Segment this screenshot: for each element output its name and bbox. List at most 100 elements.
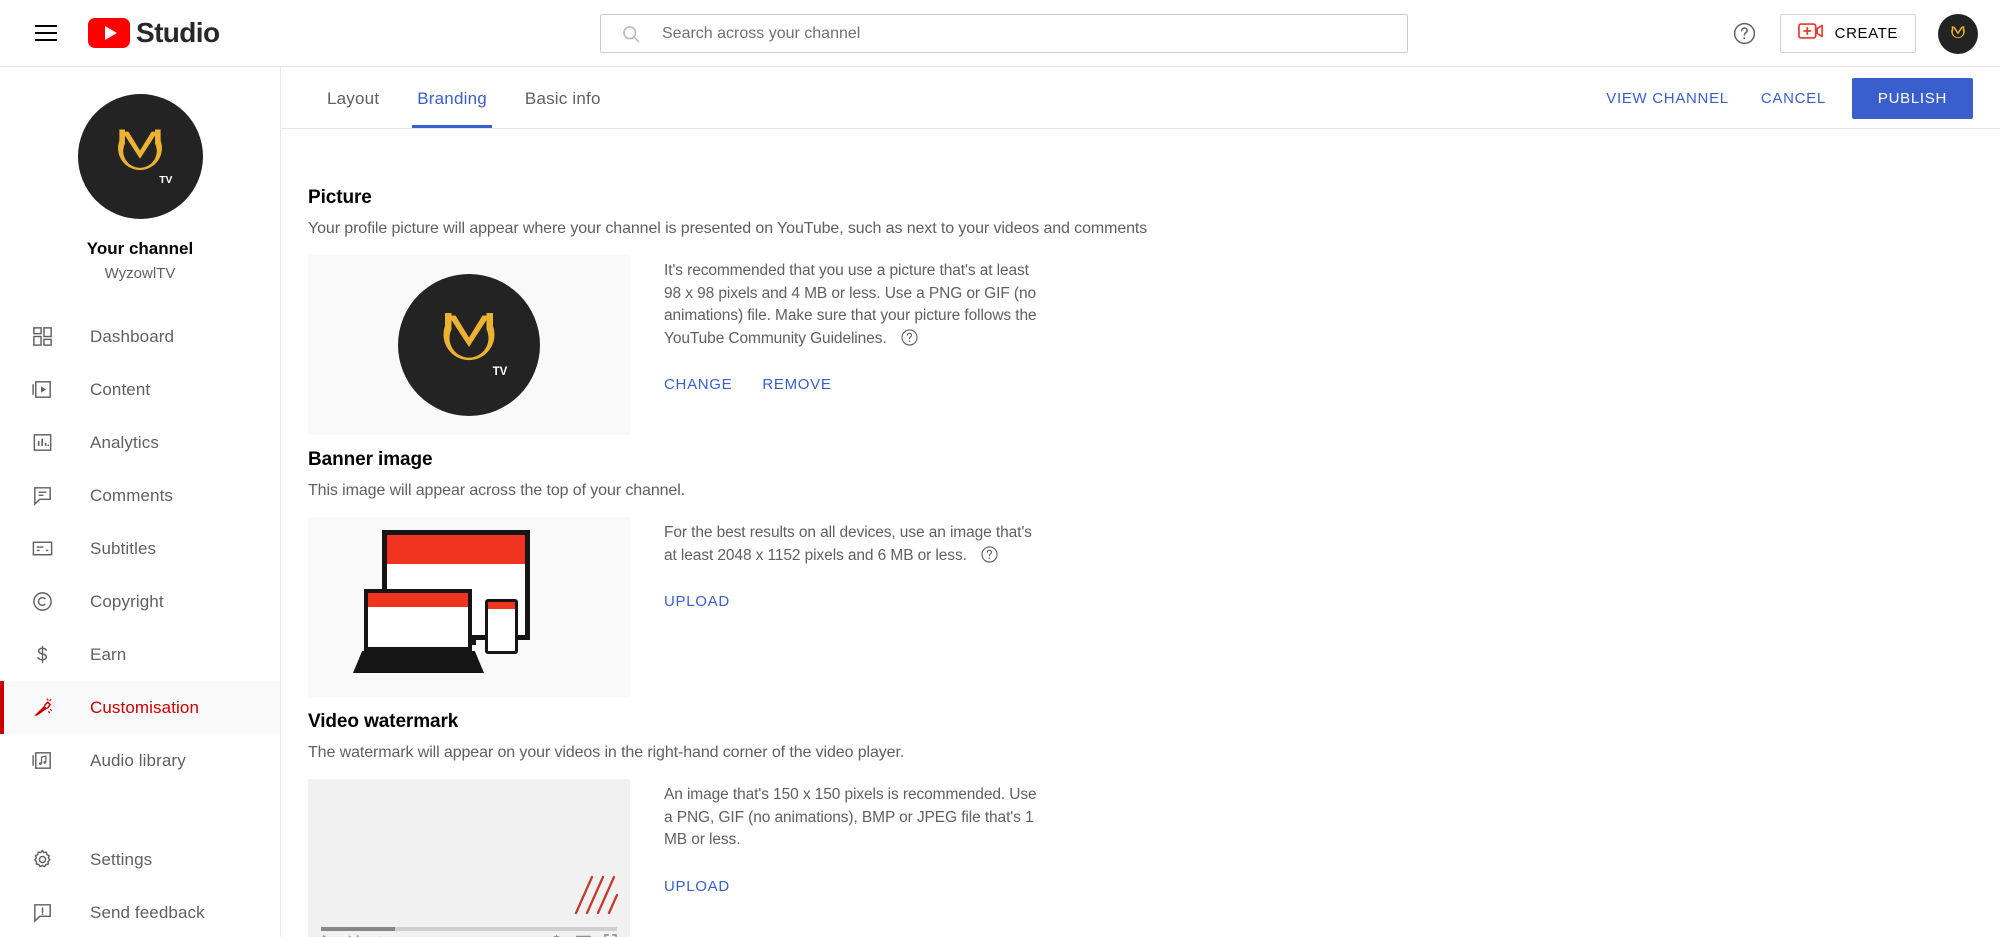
dashboard-icon (31, 325, 61, 348)
sidebar-bottom-nav: Settings Send feedback (0, 833, 280, 937)
sidebar-item-content[interactable]: Content (0, 363, 280, 416)
section-description: Your profile picture will appear where y… (308, 220, 1148, 237)
create-button-label: CREATE (1834, 25, 1898, 42)
sidebar-item-label: Audio library (90, 750, 186, 770)
upload-banner-button[interactable]: UPLOAD (664, 593, 730, 610)
sidebar-item-earn[interactable]: Earn (0, 628, 280, 681)
picture-help-text-value: It's recommended that you use a picture … (664, 262, 1037, 347)
comments-icon (31, 484, 61, 507)
section-title: Video watermark (308, 711, 459, 732)
channel-logo-mark: TV (118, 128, 173, 185)
player-progress-fill (321, 927, 395, 931)
hamburger-line (35, 25, 57, 27)
laptop-base (353, 651, 484, 673)
settings-gear-icon (31, 848, 61, 871)
laptop-device (364, 589, 472, 651)
tab-basic-info[interactable]: Basic info (506, 70, 620, 128)
watermark-help-copy: An image that's 150 x 150 pixels is reco… (664, 779, 1039, 937)
brand-wordmark: Studio (136, 17, 220, 48)
subtitles-icon (31, 537, 61, 560)
banner-strip (368, 593, 468, 607)
channel-name: WyzowlTV (104, 265, 176, 282)
sidebar-item-send-feedback[interactable]: Send feedback (0, 886, 280, 937)
channel-summary[interactable]: TV Your channel WyzowlTV (0, 67, 280, 282)
section-title: Banner image (308, 449, 433, 470)
sidebar-item-dashboard[interactable]: Dashboard (0, 310, 280, 363)
banner-action-links: UPLOAD (664, 593, 1039, 610)
hamburger-line (35, 39, 57, 41)
help-question-icon[interactable] (980, 545, 999, 564)
sidebar-item-label: Copyright (90, 591, 164, 611)
top-header-bar: Studio CREATE (0, 0, 2000, 67)
sidebar-item-comments[interactable]: Comments (0, 469, 280, 522)
watermark-preview[interactable] (308, 779, 630, 937)
sidebar-item-label: Analytics (90, 432, 159, 452)
help-question-icon[interactable] (1722, 11, 1768, 57)
hamburger-menu-icon[interactable] (22, 9, 70, 57)
section-title: Picture (308, 187, 372, 208)
change-picture-button[interactable]: CHANGE (664, 376, 732, 393)
studio-logo-link[interactable]: Studio (88, 17, 220, 49)
sidebar-main-nav: Dashboard Content Analytics Comments Sub… (0, 310, 280, 787)
publish-button[interactable]: PUBLISH (1851, 78, 1973, 119)
earn-dollar-icon (31, 643, 61, 666)
main-content-area: Layout Branding Basic info VIEW CHANNEL … (281, 67, 2000, 937)
banner-section: Banner image This image will appear acro… (308, 449, 1039, 697)
sidebar-item-label: Customisation (90, 697, 200, 717)
avatar: TV (398, 274, 540, 416)
profile-picture-preview[interactable]: TV (308, 255, 630, 435)
watermark-action-links: UPLOAD (664, 878, 1039, 895)
sidebar-item-label: Subtitles (90, 538, 157, 558)
tab-list: Layout Branding Basic info (308, 70, 620, 128)
player-controls-left (321, 934, 387, 937)
video-player-mock (308, 779, 630, 937)
svg-text:TV: TV (159, 174, 172, 185)
section-body: TV It's recommended that you use a pictu… (308, 255, 1147, 435)
sidebar-item-audio-library[interactable]: Audio library (0, 734, 280, 787)
branding-sections: Picture Your profile picture will appear… (281, 129, 2000, 937)
banner-image-preview[interactable] (308, 517, 630, 697)
player-controls (321, 933, 617, 937)
banner-help-copy: For the best results on all devices, use… (664, 517, 1039, 697)
view-channel-button[interactable]: VIEW CHANNEL (1590, 80, 1745, 117)
sidebar-item-copyright[interactable]: Copyright (0, 575, 280, 628)
player-progress-bar[interactable] (321, 927, 617, 931)
avatar[interactable]: TV (77, 94, 203, 219)
upload-watermark-button[interactable]: UPLOAD (664, 878, 730, 895)
watermark-section: Video watermark The watermark will appea… (308, 711, 1039, 937)
avatar[interactable] (1938, 13, 1978, 54)
cancel-button[interactable]: CANCEL (1745, 80, 1842, 117)
create-video-icon (1797, 21, 1824, 46)
volume-icon[interactable] (373, 934, 387, 937)
remove-picture-button[interactable]: REMOVE (762, 376, 831, 393)
sidebar-item-label: Dashboard (90, 326, 175, 346)
section-body: An image that's 150 x 150 pixels is reco… (308, 779, 1039, 937)
picture-action-links: CHANGE REMOVE (664, 376, 1039, 393)
help-question-icon[interactable] (900, 328, 919, 347)
sidebar-item-label: Send feedback (90, 902, 205, 922)
phone-screen (488, 602, 515, 651)
search-input[interactable] (660, 18, 1360, 49)
devices-illustration (308, 517, 630, 697)
picture-help-text: It's recommended that you use a picture … (664, 260, 1039, 350)
customisation-wand-icon (31, 696, 61, 719)
sidebar-item-subtitles[interactable]: Subtitles (0, 522, 280, 575)
watermark-help-text: An image that's 150 x 150 pixels is reco… (664, 786, 1037, 848)
laptop-screen (368, 593, 468, 647)
audio-library-icon (31, 749, 61, 772)
your-channel-title: Your channel (86, 239, 194, 258)
banner-strip (488, 602, 515, 609)
banner-strip (387, 535, 525, 564)
tab-branding[interactable]: Branding (398, 70, 506, 128)
watermark-placeholder-hatch (574, 875, 618, 915)
page-actions: VIEW CHANNEL CANCEL PUBLISH (1590, 78, 1973, 119)
branding-tab-bar: Layout Branding Basic info VIEW CHANNEL … (281, 67, 2000, 129)
send-feedback-icon (31, 901, 61, 924)
sidebar-item-customisation[interactable]: Customisation (0, 681, 280, 734)
create-button[interactable]: CREATE (1779, 14, 1916, 53)
search-bar[interactable] (600, 14, 1408, 53)
tab-layout[interactable]: Layout (308, 70, 398, 128)
analytics-bar-icon (31, 431, 61, 454)
sidebar-item-settings[interactable]: Settings (0, 833, 280, 886)
sidebar-item-analytics[interactable]: Analytics (0, 416, 280, 469)
